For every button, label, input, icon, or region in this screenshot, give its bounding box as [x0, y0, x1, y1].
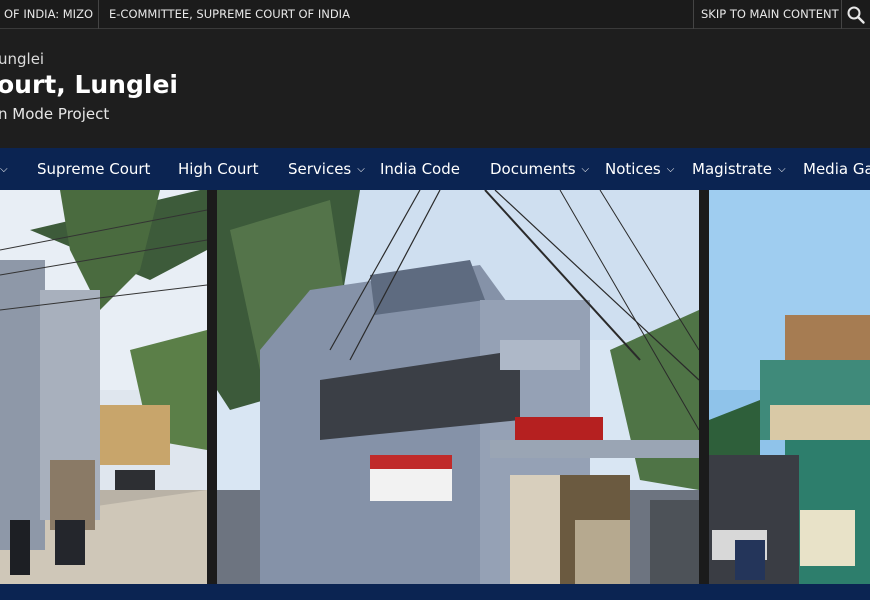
skip-to-main-content-link[interactable]: SKIP TO MAIN CONTENT	[701, 0, 839, 29]
nav-item-documents[interactable]: Documents ⌵	[490, 148, 589, 190]
chevron-down-icon: ⌵	[666, 164, 675, 175]
hero-banner[interactable]	[0, 190, 870, 584]
search-icon[interactable]	[846, 5, 866, 25]
divider	[841, 0, 842, 29]
site-title[interactable]: ourt, Lunglei	[0, 70, 178, 99]
hero-slide-center	[217, 190, 700, 584]
chevron-down-icon: ⌵	[0, 164, 8, 175]
site-header: unglei ourt, Lunglei n Mode Project	[0, 30, 870, 148]
chevron-down-icon: ⌵	[581, 164, 590, 175]
nav-item-india-code[interactable]: India Code	[380, 148, 460, 190]
nav-item-high-court[interactable]: High Court	[178, 148, 258, 190]
chevron-down-icon: ⌵	[778, 164, 786, 175]
top-utility-bar: OF INDIA: MIZO E-COMMITTEE, SUPREME COUR…	[0, 0, 870, 29]
divider	[98, 0, 99, 29]
court-building-photo-collage	[0, 190, 870, 584]
ecommittee-link[interactable]: E-COMMITTEE, SUPREME COURT OF INDIA	[109, 0, 350, 29]
nav-item-magistrate[interactable]: Magistrate ⌵	[692, 148, 786, 190]
chevron-down-icon: ⌵	[357, 164, 365, 175]
banner-footer-strip	[0, 584, 870, 600]
nav-item-supreme-court[interactable]: Supreme Court	[37, 148, 150, 190]
site-subtitle: unglei	[0, 50, 45, 68]
nav-item-notices[interactable]: Notices ⌵	[605, 148, 674, 190]
nav-item-media-gallery[interactable]: Media Ga	[803, 148, 870, 190]
main-navigation: ⌵ Supreme Court High Court Services ⌵ Ind…	[0, 148, 870, 190]
hero-slide-right	[709, 190, 870, 584]
nav-item-services[interactable]: Services ⌵	[288, 148, 365, 190]
nav-item-home[interactable]: ⌵	[0, 148, 8, 190]
hero-slide-left	[0, 190, 208, 584]
divider	[693, 0, 694, 29]
government-of-india-link[interactable]: OF INDIA: MIZO	[4, 0, 93, 29]
site-tagline: n Mode Project	[0, 105, 110, 123]
